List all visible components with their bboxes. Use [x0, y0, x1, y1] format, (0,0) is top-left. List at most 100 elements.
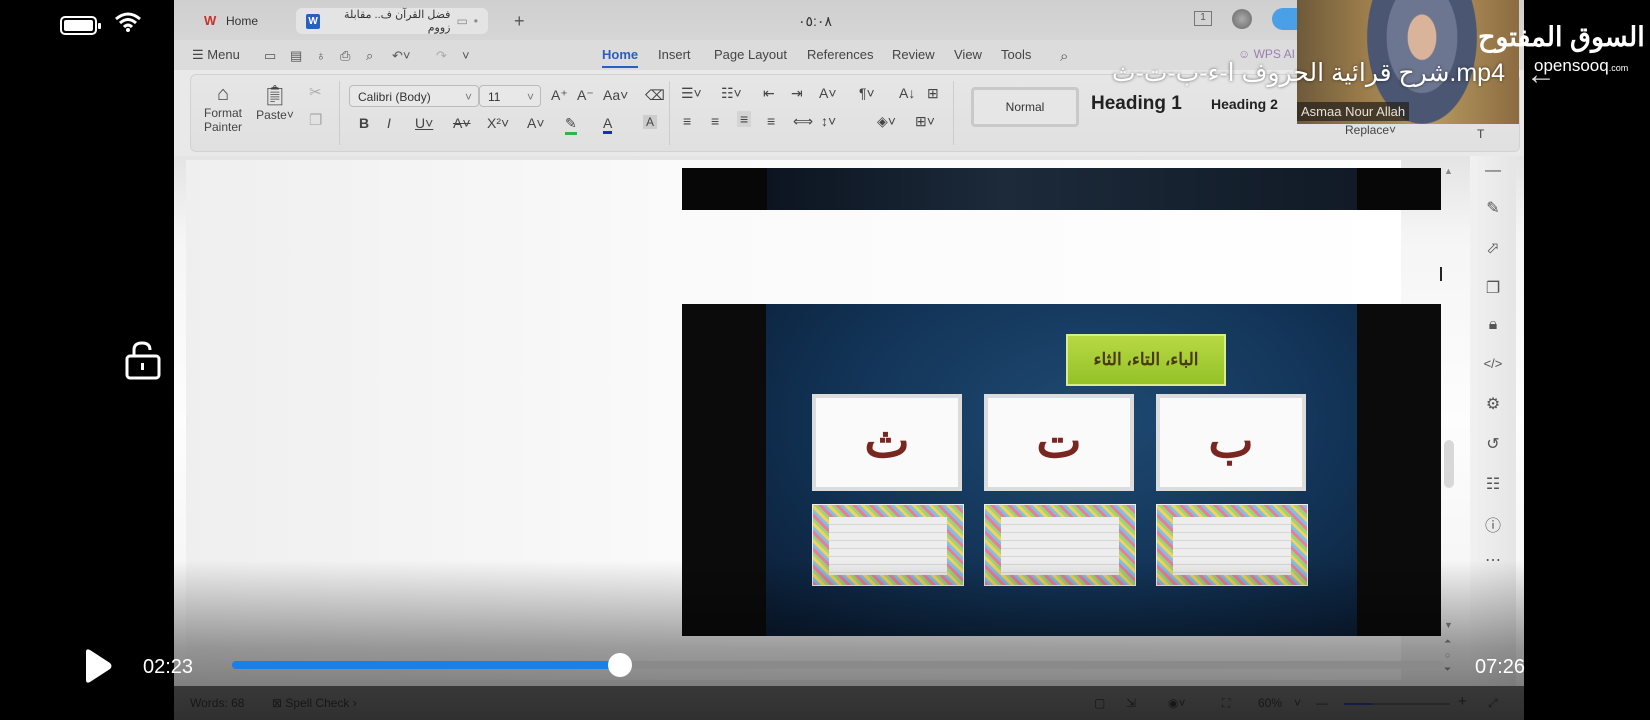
- seek-thumb[interactable]: [607, 653, 632, 677]
- line-spacing-icon[interactable]: ↕˅: [821, 113, 836, 129]
- search-icon[interactable]: ⌕: [1060, 48, 1068, 65]
- divider: [339, 81, 340, 145]
- align-right-icon[interactable]: ≡: [737, 111, 752, 127]
- print-preview-icon[interactable]: ⌕: [366, 48, 373, 64]
- highlight-icon[interactable]: ✎: [565, 115, 577, 135]
- underline-icon[interactable]: U˅: [415, 115, 433, 131]
- menu-label: Menu: [207, 47, 240, 62]
- ribbon-tab-references[interactable]: References: [807, 47, 873, 62]
- paste-button[interactable]: 📋︎ Paste˅: [255, 83, 295, 122]
- back-arrow-icon[interactable]: ←: [1526, 58, 1556, 92]
- lock-icon[interactable]: 🔒︎: [1470, 316, 1516, 334]
- style-normal[interactable]: Normal: [971, 87, 1079, 127]
- letter-card-tha: ث: [812, 394, 962, 491]
- scrollbar-thumb[interactable]: [1444, 440, 1454, 488]
- ribbon-tab-view[interactable]: View: [954, 47, 982, 62]
- hamburger-icon: ☰: [192, 47, 208, 62]
- scroll-up-icon[interactable]: ▲: [1444, 166, 1453, 176]
- new-tab-button[interactable]: +: [514, 8, 525, 34]
- unlock-icon[interactable]: [124, 340, 162, 380]
- decrease-indent-icon[interactable]: ⇤: [763, 85, 775, 102]
- increase-indent-icon[interactable]: ⇥: [791, 85, 803, 102]
- settings-sliders-icon[interactable]: ⚙: [1470, 394, 1516, 414]
- help-icon[interactable]: ⓘ: [1470, 512, 1516, 536]
- bullets-icon[interactable]: ☰˅: [681, 85, 702, 102]
- outline-icon[interactable]: ☷: [1470, 474, 1516, 494]
- sort-icon[interactable]: A↓: [899, 85, 915, 101]
- seek-progress: [232, 661, 620, 669]
- change-case-icon[interactable]: Aa˅: [603, 87, 628, 103]
- save-icon[interactable]: ▤: [290, 48, 302, 64]
- slide-image-previous[interactable]: [682, 168, 1441, 210]
- monitor-icon: ▭: [456, 14, 468, 28]
- avatar[interactable]: [1232, 9, 1252, 29]
- cursor-icon[interactable]: ⬀: [1470, 238, 1516, 258]
- open-icon[interactable]: ▭: [264, 48, 276, 64]
- bold-icon[interactable]: B: [359, 115, 369, 131]
- history-icon[interactable]: ↺: [1470, 434, 1516, 454]
- print-icon[interactable]: ⎙: [340, 48, 350, 64]
- wifi-icon: [114, 11, 142, 39]
- font-name-select[interactable]: Calibri (Body) ˅: [349, 85, 479, 107]
- more-chevron-icon[interactable]: ˅: [462, 48, 470, 63]
- menu-button[interactable]: ☰ Menu: [192, 47, 240, 63]
- align-left-icon[interactable]: ≡: [683, 113, 691, 129]
- tab-document-label: فضل القرآن ف.. مقابلة زووم: [344, 9, 451, 34]
- text-tools-button[interactable]: T: [1477, 127, 1484, 141]
- paragraph-marks-icon[interactable]: ¶˅: [859, 85, 875, 101]
- char-shading-icon[interactable]: A: [643, 115, 658, 129]
- video-title: شرح قرائية الحروف ا-ء-ب-ت-ث.mp4: [1112, 59, 1505, 87]
- cut-icon[interactable]: ✂: [309, 83, 322, 101]
- play-icon: [86, 649, 112, 683]
- clock: ٠٥:٠٨: [798, 13, 832, 29]
- tab-document[interactable]: W فضل القرآن ف.. مقابلة زووم ▭ •: [296, 8, 488, 34]
- tab-home-label: Home: [226, 14, 259, 28]
- webcam-name-label: Asmaa Nour Allah: [1297, 102, 1410, 121]
- collapse-icon[interactable]: —: [1470, 162, 1516, 180]
- ribbon-tab-tools[interactable]: Tools: [1001, 47, 1031, 62]
- ribbon-tab-home[interactable]: Home: [602, 47, 639, 68]
- ribbon-tab-review[interactable]: Review: [892, 47, 935, 62]
- undo-icon[interactable]: ↶˅: [392, 48, 410, 64]
- text-effect-icon[interactable]: A˅: [527, 115, 545, 131]
- ribbon-tab-insert[interactable]: Insert: [658, 47, 691, 62]
- numbering-icon[interactable]: ☷˅: [721, 85, 742, 102]
- format-painter-button[interactable]: ⌂ Format Painter: [201, 83, 245, 134]
- align-center-icon[interactable]: ≡: [711, 113, 719, 129]
- opensooq-logo-suffix: .com: [1608, 63, 1629, 73]
- share-icon[interactable]: ♁: [316, 48, 326, 63]
- battery-full-icon: [60, 16, 101, 35]
- current-time: 02:23: [143, 656, 194, 678]
- compare-icon[interactable]: ❐: [1470, 278, 1516, 298]
- seek-bar[interactable]: [232, 653, 1444, 677]
- char-spacing-icon[interactable]: A˅: [819, 85, 837, 101]
- ribbon-tab-page-layout[interactable]: Page Layout: [714, 47, 787, 62]
- table-borders-icon[interactable]: ⊞: [927, 85, 939, 102]
- code-icon[interactable]: </>: [1470, 356, 1516, 371]
- paste-icon: 📋︎: [262, 85, 288, 107]
- tab-home[interactable]: W Home: [204, 8, 258, 34]
- style-heading-1[interactable]: Heading 1: [1091, 93, 1182, 115]
- distribute-icon[interactable]: ⟺: [793, 113, 813, 130]
- font-size-select[interactable]: 11 ˅: [479, 85, 541, 107]
- clear-format-icon[interactable]: ⌫: [645, 87, 665, 104]
- style-heading-2[interactable]: Heading 2: [1211, 96, 1278, 112]
- shading-icon[interactable]: ◈˅: [877, 113, 896, 130]
- divider: [953, 81, 954, 145]
- italic-icon[interactable]: I: [387, 115, 391, 131]
- pen-icon[interactable]: ✎: [1470, 198, 1516, 218]
- window-count-icon[interactable]: 1: [1194, 11, 1212, 26]
- redo-icon[interactable]: ↷: [436, 48, 447, 64]
- font-name-value: Calibri (Body): [358, 90, 431, 104]
- borders-icon[interactable]: ⊞˅: [915, 113, 935, 130]
- justify-icon[interactable]: ≡: [767, 113, 775, 129]
- grow-font-icon[interactable]: A⁺: [551, 87, 568, 104]
- opensooq-logo-arabic: السوق المفتوح: [1478, 22, 1645, 52]
- copy-icon[interactable]: ❐: [309, 111, 322, 129]
- strikethrough-icon[interactable]: A˅: [453, 115, 471, 131]
- shrink-font-icon[interactable]: A⁻: [577, 87, 594, 104]
- screen: W Home W فضل القرآن ف.. مقابلة زووم ▭ • …: [0, 0, 1650, 720]
- font-color-icon[interactable]: A: [603, 115, 613, 134]
- play-button[interactable]: [80, 648, 114, 684]
- superscript-icon[interactable]: X²˅: [487, 115, 509, 131]
